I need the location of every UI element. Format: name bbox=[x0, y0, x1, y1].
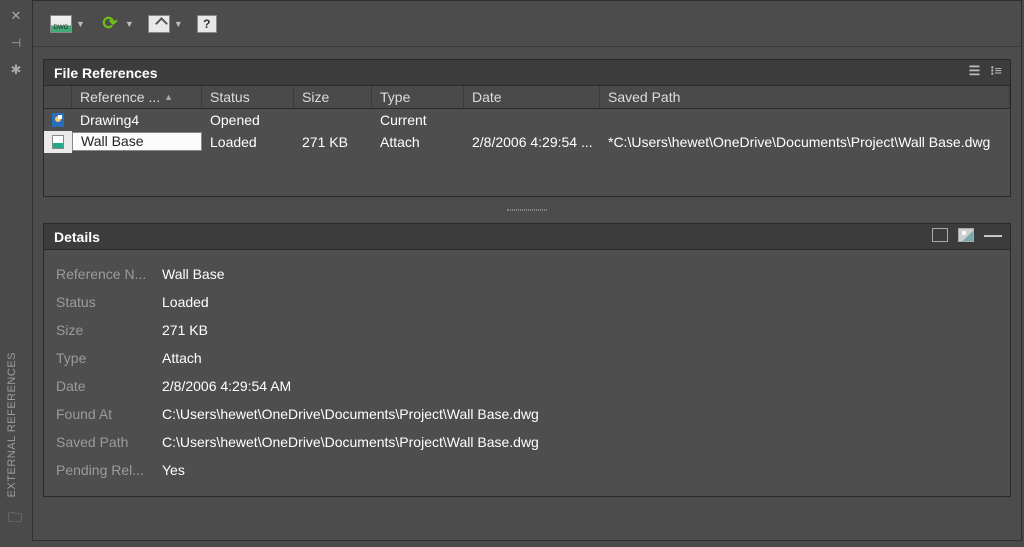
column-date[interactable]: Date bbox=[464, 86, 600, 108]
table-row[interactable]: Drawing4 Opened Current bbox=[44, 109, 1010, 131]
detail-label-size: Size bbox=[56, 322, 162, 338]
detail-label-pending: Pending Rel... bbox=[56, 462, 162, 478]
detail-value-pending: Yes bbox=[162, 462, 185, 478]
detail-row: Type Attach bbox=[56, 344, 998, 372]
column-saved-path[interactable]: Saved Path bbox=[600, 86, 1010, 108]
details-header[interactable]: Details — bbox=[43, 223, 1011, 249]
chevron-down-icon: ▼ bbox=[76, 19, 85, 29]
column-icon[interactable] bbox=[44, 86, 72, 108]
row-name: Drawing4 bbox=[72, 109, 202, 131]
change-path-button[interactable]: ▼ bbox=[145, 11, 186, 37]
current-drawing-icon bbox=[52, 113, 64, 127]
details-section: Details — Reference N... Wall Base Statu… bbox=[43, 223, 1011, 497]
row-status: Opened bbox=[202, 109, 294, 131]
help-icon: ? bbox=[197, 15, 217, 33]
detail-value-status: Loaded bbox=[162, 294, 209, 310]
list-view-icon[interactable]: ☰ bbox=[969, 63, 981, 79]
table-row[interactable]: Wall Base Loaded 271 KB Attach 2/8/2006 … bbox=[44, 131, 1010, 153]
row-icon bbox=[44, 109, 72, 131]
row-size bbox=[294, 109, 372, 131]
detail-label-foundat: Found At bbox=[56, 406, 162, 422]
detail-value-foundat: C:\Users\hewet\OneDrive\Documents\Projec… bbox=[162, 406, 539, 422]
column-type[interactable]: Type bbox=[372, 86, 464, 108]
row-path bbox=[600, 109, 1010, 131]
dwg-icon: DWG bbox=[50, 15, 72, 33]
detail-label-status: Status bbox=[56, 294, 162, 310]
tree-view-icon[interactable]: ⁝≡ bbox=[990, 63, 1002, 79]
detail-value-savedpath: C:\Users\hewet\OneDrive\Documents\Projec… bbox=[162, 434, 539, 450]
row-type: Current bbox=[372, 109, 464, 131]
detail-row: Saved Path C:\Users\hewet\OneDrive\Docum… bbox=[56, 428, 998, 456]
detail-value-refname: Wall Base bbox=[162, 266, 225, 282]
detail-row: Size 271 KB bbox=[56, 316, 998, 344]
column-size[interactable]: Size bbox=[294, 86, 372, 108]
palette-tab-icon[interactable]: 🗀 bbox=[8, 507, 22, 531]
file-references-header[interactable]: File References ☰ ⁝≡ bbox=[43, 59, 1011, 85]
autohide-pin-icon[interactable]: ⊣ bbox=[11, 36, 21, 50]
row-date bbox=[464, 109, 600, 131]
detail-row: Date 2/8/2006 4:29:54 AM bbox=[56, 372, 998, 400]
detail-value-size: 271 KB bbox=[162, 322, 208, 338]
row-size: 271 KB bbox=[294, 131, 372, 153]
detail-row: Found At C:\Users\hewet\OneDrive\Documen… bbox=[56, 400, 998, 428]
detail-label-savedpath: Saved Path bbox=[56, 434, 162, 450]
refresh-icon: ⟳ bbox=[102, 13, 117, 34]
chevron-down-icon: ▼ bbox=[174, 19, 183, 29]
properties-gear-icon[interactable]: ✱ bbox=[11, 62, 22, 78]
help-button[interactable]: ? bbox=[194, 13, 220, 35]
row-type: Attach bbox=[372, 131, 464, 153]
external-references-panel: DWG ▼ ⟳ ▼ ▼ ? File References ☰ ⁝≡ bbox=[32, 0, 1022, 541]
collapse-icon[interactable]: — bbox=[984, 230, 1002, 240]
row-status: Loaded bbox=[202, 131, 294, 153]
details-preview-icon[interactable] bbox=[958, 228, 974, 242]
row-path: *C:\Users\hewet\OneDrive\Documents\Proje… bbox=[600, 131, 1010, 153]
palette-titlebar: ✕ ⊣ ✱ EXTERNAL REFERENCES 🗀 bbox=[0, 0, 32, 547]
detail-value-type: Attach bbox=[162, 350, 202, 366]
details-body: Reference N... Wall Base Status Loaded S… bbox=[43, 249, 1011, 497]
close-icon[interactable]: ✕ bbox=[11, 8, 22, 24]
row-name: Wall Base bbox=[72, 132, 202, 151]
chevron-down-icon: ▼ bbox=[125, 19, 134, 29]
detail-row: Status Loaded bbox=[56, 288, 998, 316]
details-list-icon[interactable] bbox=[932, 228, 948, 242]
column-reference-name[interactable]: Reference ...▲ bbox=[72, 86, 202, 108]
refresh-button[interactable]: ⟳ ▼ bbox=[96, 11, 137, 37]
attach-dwg-button[interactable]: DWG ▼ bbox=[47, 11, 88, 37]
detail-label-date: Date bbox=[56, 378, 162, 394]
palette-title: EXTERNAL REFERENCES bbox=[6, 352, 18, 497]
xref-toolbar: DWG ▼ ⟳ ▼ ▼ ? bbox=[33, 1, 1021, 47]
sort-asc-icon: ▲ bbox=[164, 92, 173, 102]
column-status[interactable]: Status bbox=[202, 86, 294, 108]
file-references-title: File References bbox=[54, 65, 158, 81]
detail-label-refname: Reference N... bbox=[56, 266, 162, 282]
row-date: 2/8/2006 4:29:54 ... bbox=[464, 131, 600, 153]
detail-row: Reference N... Wall Base bbox=[56, 260, 998, 288]
file-references-table: Reference ...▲ Status Size Type Date Sav… bbox=[43, 85, 1011, 197]
file-references-section: File References ☰ ⁝≡ Reference ...▲ Stat… bbox=[43, 59, 1011, 197]
row-icon bbox=[44, 131, 72, 153]
detail-value-date: 2/8/2006 4:29:54 AM bbox=[162, 378, 291, 394]
panel-splitter[interactable] bbox=[43, 207, 1011, 213]
change-path-icon bbox=[148, 15, 170, 33]
detail-row: Pending Rel... Yes bbox=[56, 456, 998, 484]
detail-label-type: Type bbox=[56, 350, 162, 366]
dwg-xref-icon bbox=[52, 135, 64, 149]
details-title: Details bbox=[54, 229, 100, 245]
table-header-row: Reference ...▲ Status Size Type Date Sav… bbox=[44, 86, 1010, 109]
